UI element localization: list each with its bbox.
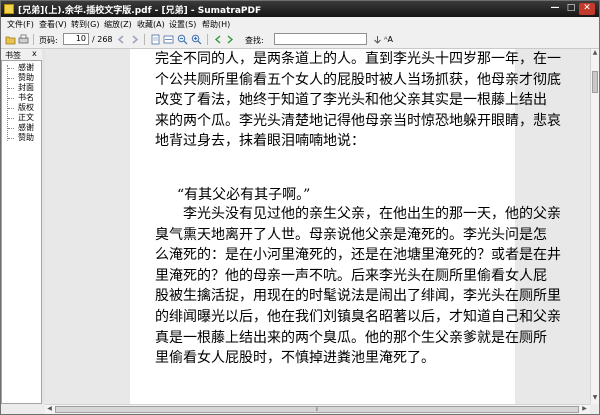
menu-zoom[interactable]: 缩放(Z) [104, 19, 132, 30]
bookmark-item[interactable]: 正文 [18, 114, 34, 122]
text-line: 臭气熏天地离开了人世。母亲说他父亲是淹死的。李光头问是怎 [155, 226, 547, 243]
text-line: 来的两个瓜。李光头清楚地记得他母亲当时惊恐地躲开眼睛，悲哀 [155, 112, 561, 129]
zoom-in-icon[interactable] [191, 34, 202, 45]
scroll-up-icon[interactable]: ▲ [591, 49, 599, 58]
menu-goto[interactable]: 转到(G) [71, 19, 99, 30]
print-icon[interactable] [18, 34, 29, 45]
text-line: 改变了看法，她终于知道了李光头和他父亲其实是一根藤上结出 [155, 92, 547, 109]
text-line: 真是一根藤上结出来的两个臭瓜。他的那个生父亲爹就是在厕所 [155, 329, 547, 346]
sidebar-header: 书签 x [1, 49, 42, 60]
text-line: 里淹死的？他的母亲一声不吭。后来李光头在厕所里偷看女人屁 [155, 267, 547, 284]
bookmark-item[interactable]: 封面 [18, 84, 34, 92]
app-window: [兄弟](上).余华.插校文字版.pdf - [兄弟] - SumatraPDF… [0, 0, 600, 415]
title-bar[interactable]: [兄弟](上).余华.插校文字版.pdf - [兄弟] - SumatraPDF… [1, 1, 599, 17]
bookmark-tree[interactable]: 感谢 赞助 封面 书名 版权 正文 感谢 赞助 [1, 60, 42, 404]
text-line: 么淹死的：是在小河里淹死的，还是在池塘里淹死的？或者是在井 [155, 247, 561, 264]
maximize-button[interactable]: □ [563, 3, 579, 15]
horizontal-scrollbar[interactable]: ◀ ⁞ ▶ [45, 404, 590, 414]
toolbar-separator [144, 34, 145, 45]
text-line: 股被生擒活捉，用现在的时髦说法是闹出了绯闻，李光头在厕所里 [155, 288, 561, 305]
bookmark-item[interactable]: 感谢 [18, 64, 34, 72]
tree-connector [8, 128, 14, 130]
horizontal-scroll-thumb[interactable]: ⁞ [55, 406, 579, 413]
text-line: 里偷看女人屁股时，不慎掉进粪池里淹死了。 [155, 350, 435, 367]
zoom-out-icon[interactable] [177, 34, 188, 45]
tree-connector [8, 118, 14, 120]
tree-connector [8, 68, 14, 70]
vertical-scroll-thumb[interactable] [592, 71, 598, 93]
close-button[interactable]: ✕ [579, 3, 595, 15]
text-line: 的绯闻曝光以后，他在我们刘镇臭名昭著以后，才知道自己和父亲 [155, 308, 561, 325]
menu-help[interactable]: 帮助(H) [202, 19, 230, 30]
bookmark-item[interactable]: 感谢 [18, 124, 34, 132]
paragraph: 完全不同的人，是两条道上的人。直到李光头十四岁那一年，在一 个公共厕所里偷看五个… [155, 49, 561, 152]
text-line: 李光头没有见过他的亲生父亲，在他出生的那一天，他的父亲 [155, 206, 561, 222]
find-prev-result-icon[interactable] [372, 34, 383, 45]
scroll-left-icon[interactable]: ◀ [45, 405, 54, 414]
paragraph: 李光头没有见过他的亲生父亲，在他出生的那一天，他的父亲 臭气熏天地离开了人世。母… [155, 204, 561, 369]
page-number-input[interactable]: 10 [63, 33, 89, 45]
menu-settings[interactable]: 设置(S) [169, 19, 196, 30]
quote-line: “有其父必有其子啊。” [177, 187, 311, 203]
next-page-icon[interactable] [129, 34, 140, 45]
prev-page-icon[interactable] [116, 34, 127, 45]
size-grip[interactable] [590, 404, 599, 414]
fit-page-icon[interactable] [150, 34, 161, 45]
bookmarks-sidebar: 书签 x 感谢 赞助 封面 书名 版权 正文 感谢 赞助 [1, 49, 42, 404]
find-prev-icon[interactable] [212, 34, 223, 45]
scroll-down-icon[interactable]: ▼ [591, 394, 599, 403]
scroll-right-icon[interactable]: ▶ [580, 405, 589, 414]
toolbar-separator [207, 34, 208, 45]
tree-connector [8, 88, 14, 90]
find-label: 查找: [245, 36, 264, 45]
page-total: / 268 [92, 35, 113, 44]
window-title: [兄弟](上).余华.插校文字版.pdf - [兄弟] - SumatraPDF [18, 6, 262, 16]
match-case-button[interactable]: ᴬA [384, 35, 393, 44]
find-input[interactable] [274, 33, 367, 45]
text-line: 个公共厕所里偷看五个女人的屁股时被人当场抓获，他母亲才彻底 [155, 71, 561, 88]
tree-connector [8, 138, 14, 140]
toolbar: 页码: 10 / 268 查找: ᴬA [1, 31, 599, 49]
text-line: 完全不同的人，是两条道上的人。直到李光头十四岁那一年，在一 [155, 51, 561, 67]
page-label: 页码: [39, 36, 58, 45]
tree-connector [8, 78, 14, 80]
bookmark-item[interactable]: 版权 [18, 104, 34, 112]
menu-file[interactable]: 文件(F) [7, 19, 34, 30]
bookmark-item[interactable]: 赞助 [18, 134, 34, 142]
tree-connector [8, 98, 14, 100]
minimize-button[interactable]: — [547, 3, 563, 15]
pdf-page: 完全不同的人，是两条道上的人。直到李光头十四岁那一年，在一 个公共厕所里偷看五个… [130, 49, 561, 404]
vertical-scrollbar[interactable]: ▲ ▼ [590, 49, 599, 404]
document-canvas[interactable]: 完全不同的人，是两条道上的人。直到李光头十四岁那一年，在一 个公共厕所里偷看五个… [45, 49, 590, 404]
tree-connector [8, 108, 14, 110]
bookmark-item[interactable]: 书名 [18, 94, 34, 102]
menu-bar: 文件(F) 查看(V) 转到(G) 缩放(Z) 收藏(A) 设置(S) 帮助(H… [1, 17, 599, 31]
toolbar-separator [33, 34, 34, 45]
open-icon[interactable] [5, 34, 16, 45]
bookmark-item[interactable]: 赞助 [18, 74, 34, 82]
menu-favorites[interactable]: 收藏(A) [137, 19, 165, 30]
sidebar-close-button[interactable]: x [32, 49, 37, 58]
menu-view[interactable]: 查看(V) [39, 19, 67, 30]
text-line: 地背过身去，抹着眼泪喃喃地说： [155, 133, 365, 150]
fit-width-icon[interactable] [163, 34, 174, 45]
find-next-icon[interactable] [225, 34, 236, 45]
sumatra-app-icon [4, 4, 14, 14]
